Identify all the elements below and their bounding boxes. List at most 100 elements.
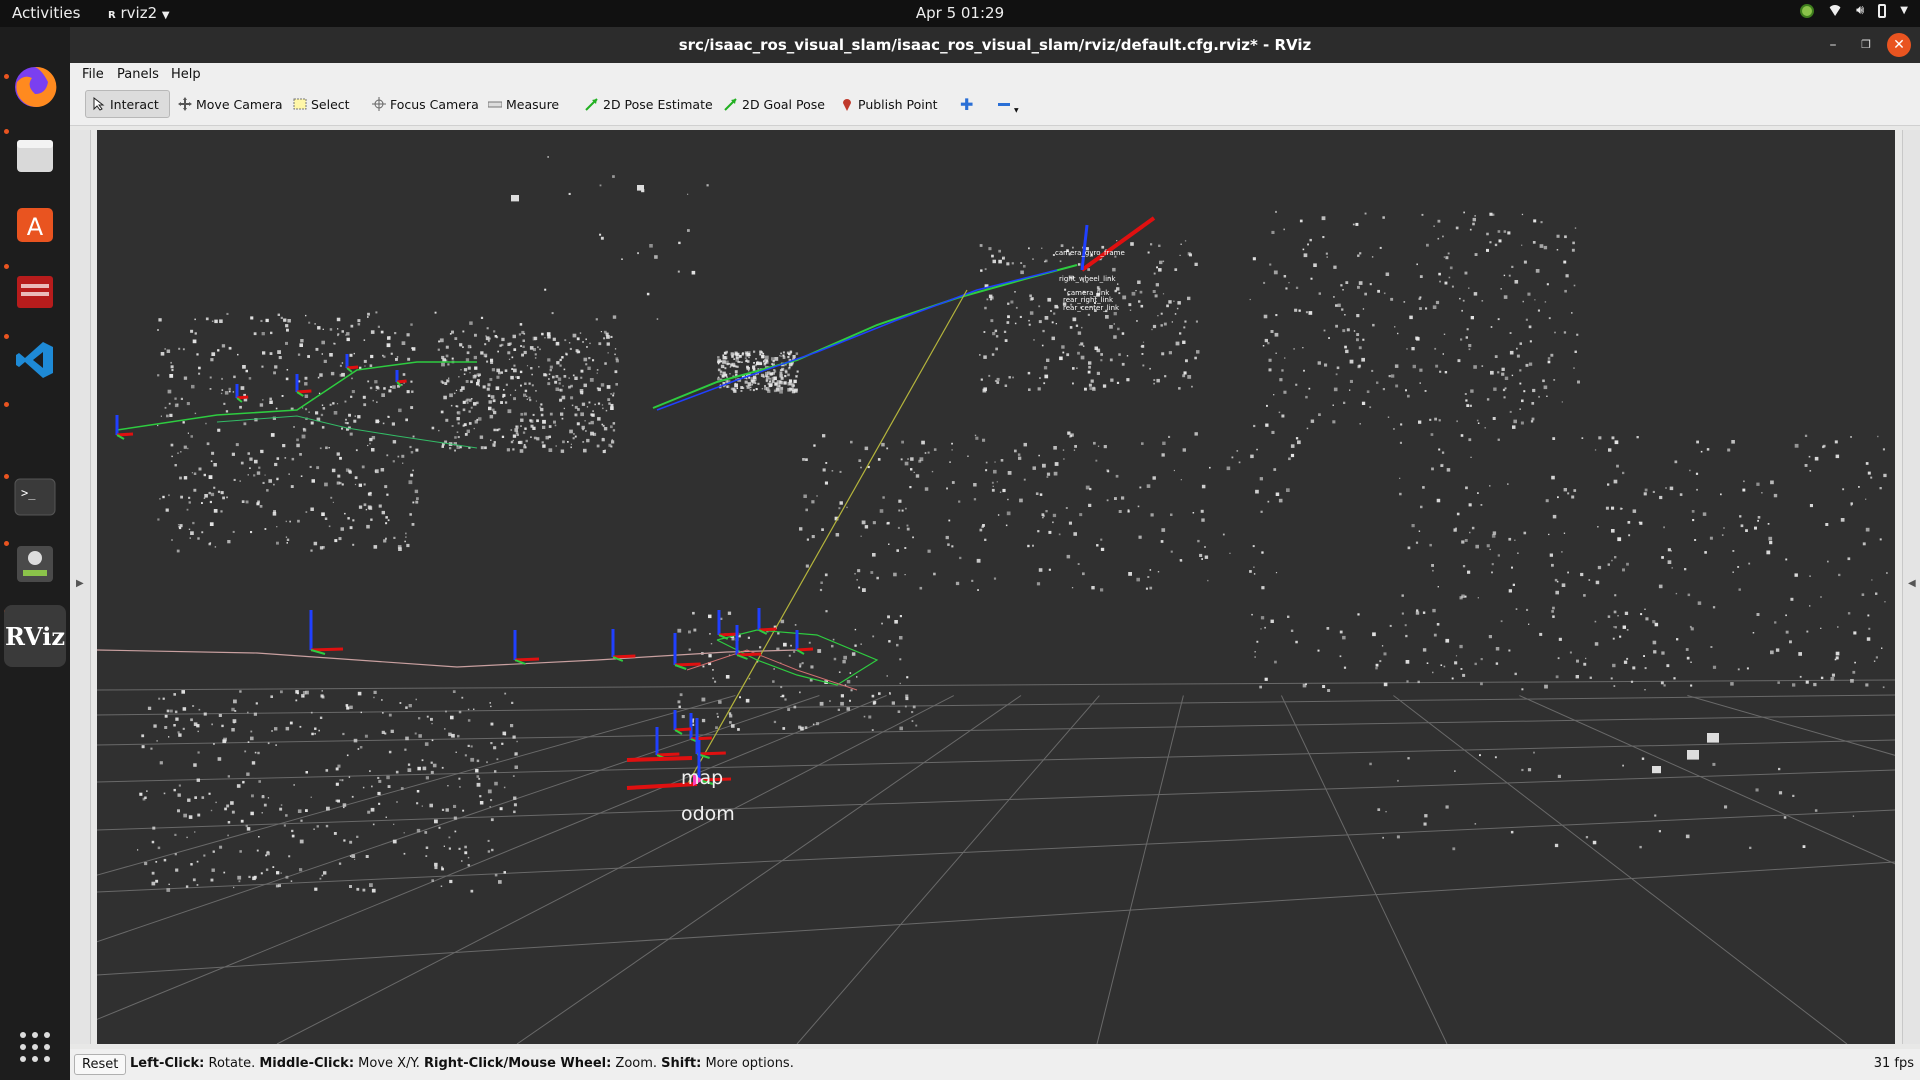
pose-estimate-tool-button[interactable]: 2D Pose Estimate: [579, 90, 719, 118]
status-indicator-icon[interactable]: [1800, 3, 1815, 18]
select-tool-button[interactable]: Select: [287, 90, 356, 118]
cloud-point: [1068, 521, 1072, 525]
measure-tool-button[interactable]: Measure: [482, 90, 565, 118]
cloud-point: [536, 419, 539, 423]
cloud-point: [688, 630, 691, 634]
cloud-point: [1116, 381, 1120, 384]
cloud-point: [266, 489, 269, 492]
cloud-point: [1164, 375, 1167, 378]
cloud-point: [348, 413, 351, 417]
cloud-point: [1263, 281, 1266, 284]
cloud-point: [842, 660, 846, 664]
cloud-point: [304, 382, 308, 386]
robot-app-icon[interactable]: [10, 539, 60, 589]
cloud-point: [511, 701, 514, 704]
dock: A >_ RViz: [0, 27, 70, 1080]
cloud-point: [763, 362, 767, 366]
cloud-point: [746, 377, 748, 380]
firefox-icon[interactable]: [10, 62, 60, 112]
cloud-point: [357, 748, 360, 750]
cloud-point: [444, 382, 448, 385]
add-tool-button[interactable]: ✚: [954, 90, 979, 118]
focus-camera-tool-button[interactable]: Focus Camera: [366, 90, 485, 118]
cloud-point: [311, 479, 315, 483]
clock[interactable]: Apr 5 01:29: [0, 4, 1920, 22]
rviz-icon[interactable]: RViz: [4, 605, 66, 667]
cloud-point: [377, 325, 380, 328]
cloud-point: [282, 444, 286, 448]
cloud-point: [573, 433, 575, 435]
left-panel-collapse[interactable]: ▶: [70, 130, 91, 1044]
cloud-point: [910, 468, 913, 471]
cloud-point: [1611, 436, 1615, 440]
chevron-down-icon[interactable]: ▼: [1900, 5, 1908, 16]
cloud-point: [542, 444, 546, 448]
app-menu[interactable]: R rviz2 ▼: [108, 4, 170, 22]
cloud-point: [263, 803, 267, 807]
wifi-icon[interactable]: [1828, 5, 1843, 16]
cloud-point: [919, 586, 923, 590]
cloud-point: [513, 364, 516, 367]
system-tray[interactable]: 🔊︎ ▼: [1800, 3, 1908, 18]
cloud-point: [177, 731, 180, 734]
publish-point-tool-button[interactable]: Publish Point: [834, 90, 944, 118]
3d-render-view[interactable]: camera_gyro_frame right_wheel_link camer…: [97, 130, 1895, 1044]
goal-pose-tool-button[interactable]: 2D Goal Pose: [718, 90, 831, 118]
menu-panels[interactable]: Panels: [117, 67, 159, 82]
cloud-point: [748, 677, 751, 680]
move-camera-tool-button[interactable]: Move Camera: [172, 90, 289, 118]
menu-file[interactable]: File: [82, 67, 104, 82]
close-icon[interactable]: ✕: [1887, 33, 1911, 57]
cloud-point: [524, 382, 527, 385]
cloud-point: [1394, 326, 1396, 328]
cloud-point: [464, 433, 468, 436]
cloud-point: [904, 705, 907, 708]
cloud-point: [164, 406, 167, 409]
window-titlebar[interactable]: src/isaac_ros_visual_slam/isaac_ros_visu…: [70, 27, 1920, 63]
right-panel-collapse[interactable]: ◀: [1902, 130, 1920, 1044]
cloud-point: [353, 738, 358, 743]
cloud-point: [583, 383, 587, 388]
cloud-point: [1184, 240, 1187, 242]
cloud-point: [284, 457, 287, 459]
terminal-icon[interactable]: >_: [10, 472, 60, 522]
interact-tool-button[interactable]: Interact: [85, 90, 170, 118]
menu-help[interactable]: Help: [171, 67, 201, 82]
activities-button[interactable]: Activities: [12, 4, 80, 22]
cloud-point: [1141, 353, 1144, 355]
vscode-icon[interactable]: [10, 335, 60, 385]
restore-icon[interactable]: ❐: [1854, 33, 1878, 57]
cloud-point: [838, 671, 841, 673]
app-red-icon[interactable]: [10, 267, 60, 317]
remove-tool-button[interactable]: ▼: [992, 90, 1025, 118]
cursor-icon: [92, 96, 106, 111]
minimize-icon[interactable]: –: [1821, 33, 1845, 57]
battery-icon[interactable]: [1878, 3, 1887, 18]
cloud-point: [1879, 487, 1882, 490]
cloud-point: [1126, 378, 1130, 382]
cloud-point: [251, 794, 254, 798]
cloud-point: [157, 518, 160, 521]
reset-button[interactable]: Reset: [74, 1054, 127, 1075]
cloud-point: [1038, 454, 1040, 457]
cloud-point: [221, 344, 226, 348]
cloud-point: [1264, 626, 1266, 629]
cloud-point: [304, 376, 308, 380]
volume-icon[interactable]: 🔊︎: [1856, 3, 1864, 18]
cloud-point: [1663, 684, 1666, 687]
cloud-point: [1442, 353, 1444, 355]
cloud-point: [1539, 632, 1543, 636]
cloud-point: [911, 720, 914, 722]
cloud-point: [1100, 359, 1103, 362]
software-icon[interactable]: A: [10, 199, 60, 249]
cloud-point: [466, 351, 470, 355]
cloud-point: [1792, 683, 1796, 687]
x-axis-marker: [674, 727, 692, 732]
cloud-point: [973, 483, 977, 487]
cloud-point: [1297, 440, 1301, 445]
files-icon[interactable]: [10, 131, 60, 181]
cloud-point: [588, 401, 591, 404]
cloud-point: [1071, 587, 1074, 589]
show-apps-icon[interactable]: [10, 1022, 60, 1072]
cloud-point: [352, 543, 355, 546]
